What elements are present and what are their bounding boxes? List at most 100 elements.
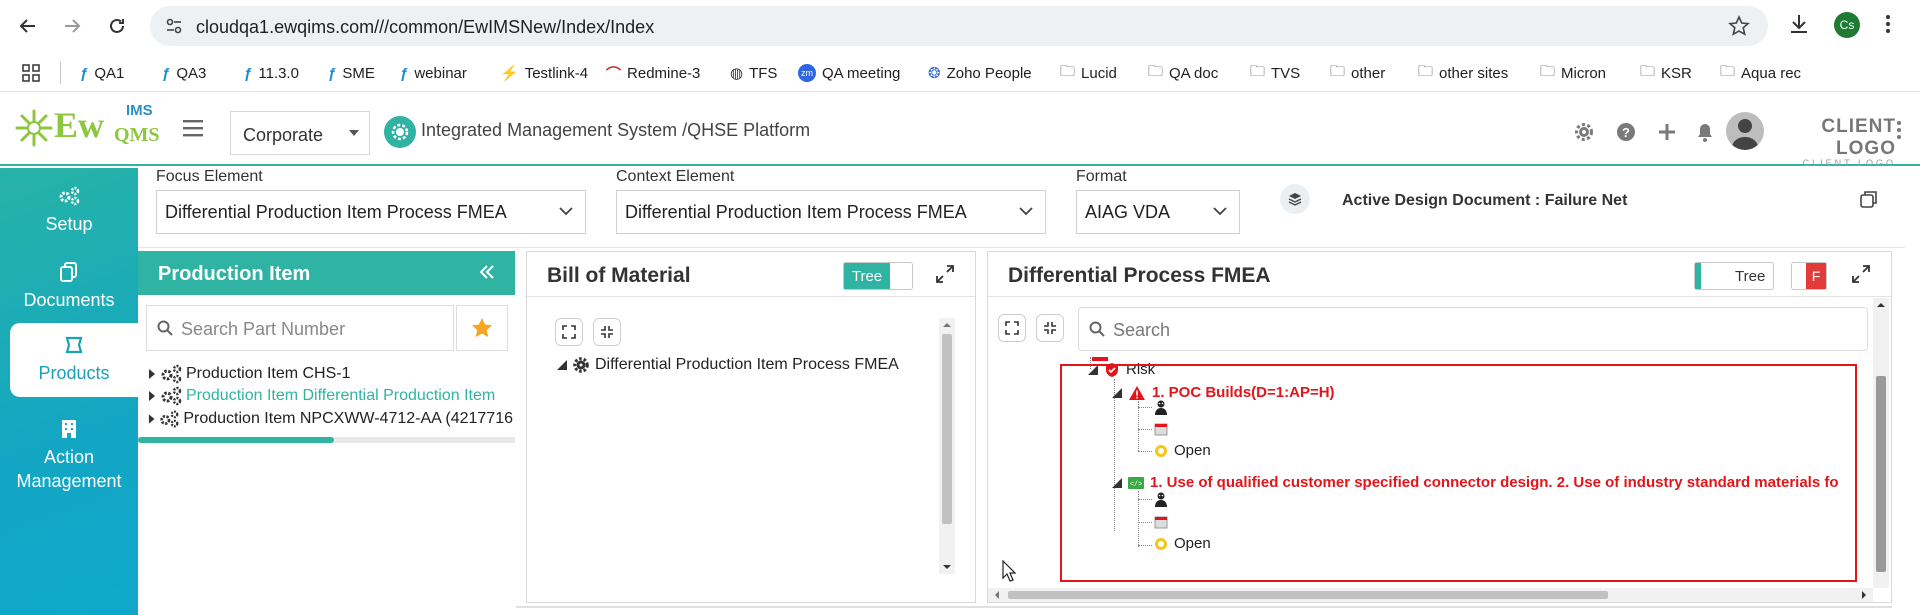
scroll-thumb[interactable] [1008, 591, 1608, 599]
bookmark-zoho-people[interactable]: ❂ Zoho People [928, 62, 1032, 84]
bookmark-tvs[interactable]: 🗀 TVS [1250, 62, 1300, 84]
scroll-up-icon[interactable] [939, 320, 955, 330]
bill-of-material-panel: Bill of Material Tree Differential Produ… [526, 251, 976, 603]
add-icon[interactable] [1657, 122, 1677, 142]
scroll-thumb[interactable] [1876, 376, 1886, 572]
fmea-vertical-scrollbar[interactable] [1873, 298, 1889, 588]
svg-text:?: ? [1622, 125, 1630, 140]
highlight-annotation [1060, 364, 1857, 582]
bookmark-aqua-rec[interactable]: 🗀 Aqua rec [1720, 62, 1801, 84]
expand-arrow-icon[interactable] [148, 369, 156, 379]
expand-arrow-icon[interactable] [148, 391, 156, 401]
scroll-thumb[interactable] [942, 334, 952, 524]
site-settings-icon[interactable] [164, 16, 184, 36]
download-icon[interactable] [1787, 12, 1811, 36]
collapse-arrow-icon[interactable] [557, 360, 567, 370]
active-design-document: Active Design Document : Failure Net [1342, 192, 1628, 209]
favorites-button[interactable] [456, 305, 508, 351]
bookmark-other-sites[interactable]: 🗀 other sites [1418, 62, 1508, 84]
notification-bell-icon[interactable] [1696, 122, 1714, 142]
expand-icon[interactable] [936, 265, 954, 283]
bookmark-tfs[interactable]: ◍ TFS [730, 62, 777, 84]
logo-sun-icon [15, 109, 53, 147]
production-item-row[interactable]: Production Item NPCXWW-4712-AA (4217716 [148, 408, 513, 430]
focus-element-select[interactable]: Differential Production Item Process FME… [156, 190, 586, 234]
bookmark-redmine[interactable]: ⌒ Redmine-3 [606, 62, 700, 84]
layers-button[interactable] [1280, 184, 1310, 214]
bookmark-qa-doc[interactable]: 🗀 QA doc [1148, 62, 1218, 84]
bookmark-star-icon[interactable] [1728, 15, 1750, 37]
folder-icon: 🗀 [1148, 62, 1164, 80]
bookmarks-bar: ƒ QA1 ƒ QA3 ƒ 11.3.0 ƒ SME ƒ webinar ⚡ Testlin… [0, 52, 1920, 92]
back-arrow-icon [19, 19, 35, 33]
bookmark-other[interactable]: 🗀 other [1330, 62, 1385, 84]
expand-all-button[interactable] [998, 314, 1026, 342]
bookmark-11-3-0[interactable]: ƒ 11.3.0 [244, 62, 299, 84]
platform-settings-icon[interactable] [384, 116, 416, 148]
forward-button[interactable] [58, 12, 86, 40]
items-horizontal-scrollbar[interactable] [138, 437, 515, 443]
profile-avatar[interactable]: Cs [1834, 12, 1860, 38]
fmea-f-toggle[interactable]: F [1791, 262, 1827, 290]
part-number-search-input[interactable]: Search Part Number [146, 305, 454, 351]
context-element-select[interactable]: Differential Production Item Process FME… [616, 190, 1046, 234]
reload-button[interactable] [103, 12, 131, 40]
bom-tree-node[interactable]: Differential Production Item Process FME… [557, 356, 899, 374]
bookmark-qa3[interactable]: ƒ QA3 [162, 62, 206, 84]
sidebar-item-products[interactable]: Products [10, 323, 138, 397]
format-select[interactable]: AIAG VDA [1076, 190, 1240, 234]
sidebar-item-setup[interactable]: Setup [0, 176, 138, 246]
help-icon[interactable]: ? [1616, 122, 1636, 142]
production-item-row-selected[interactable]: Production Item Differential Production … [148, 385, 513, 407]
collapse-left-icon[interactable] [479, 265, 495, 279]
header-menu-icon[interactable] [1896, 120, 1902, 140]
bookmark-ksr[interactable]: 🗀 KSR [1640, 62, 1692, 84]
scroll-up-icon[interactable] [1873, 300, 1889, 310]
sidebar: Setup Documents Products Action Manageme… [0, 168, 138, 615]
scroll-left-icon[interactable] [992, 588, 1002, 602]
apps-grid-icon[interactable] [22, 64, 40, 82]
sidebar-item-documents[interactable]: Documents [0, 252, 138, 322]
expand-all-icon [1005, 321, 1019, 335]
scroll-down-icon[interactable] [939, 562, 955, 572]
bookmark-testlink[interactable]: ⚡ Testlink-4 [500, 62, 588, 84]
restore-window-icon[interactable] [1860, 190, 1878, 208]
ewqims-logo[interactable]: Ew IMS QMS [14, 102, 162, 152]
bom-vertical-scrollbar[interactable] [939, 318, 955, 574]
production-item-row[interactable]: Production Item CHS-1 [148, 363, 513, 385]
bookmark-qa-meeting[interactable]: zm QA meeting [798, 62, 900, 84]
chevron-down-icon [1213, 207, 1227, 216]
globe-icon: ◍ [730, 65, 744, 82]
expand-arrow-icon[interactable] [148, 414, 155, 424]
bom-tree-toggle[interactable]: Tree [843, 262, 913, 290]
fmea-horizontal-scrollbar[interactable] [988, 588, 1873, 602]
browser-menu-icon[interactable] [1884, 12, 1892, 36]
folder-icon: 🗀 [1540, 62, 1556, 80]
back-button[interactable] [14, 12, 42, 40]
bookmark-micron[interactable]: 🗀 Micron [1540, 62, 1606, 84]
scroll-thumb[interactable] [138, 437, 335, 443]
ewqims-favicon-icon: ƒ [80, 64, 89, 82]
collapse-all-button[interactable] [1036, 314, 1064, 342]
collapse-all-icon [601, 326, 613, 338]
fmea-tree-toggle[interactable]: Tree [1694, 262, 1774, 290]
hamburger-menu-icon[interactable] [183, 119, 203, 137]
user-avatar[interactable] [1726, 112, 1764, 150]
organization-select[interactable]: Corporate [230, 111, 370, 155]
fmea-search-input[interactable]: Search [1078, 307, 1868, 351]
collapse-all-button[interactable] [593, 318, 621, 346]
expand-icon[interactable] [1852, 265, 1870, 283]
bookmark-qa1[interactable]: ƒ QA1 [80, 62, 124, 84]
settings-gear-icon[interactable] [1574, 122, 1594, 142]
gears-icon [59, 186, 80, 206]
expand-all-button[interactable] [555, 318, 583, 346]
testlink-favicon-icon: ⚡ [500, 65, 519, 82]
bookmark-lucid[interactable]: 🗀 Lucid [1060, 62, 1117, 84]
sidebar-item-action-management[interactable]: Action Management [0, 406, 138, 506]
address-bar[interactable]: cloudqa1.ewqims.com///common/EwIMSNew/In… [150, 6, 1768, 46]
building-icon [62, 419, 76, 438]
bookmark-sme[interactable]: ƒ SME [328, 62, 375, 84]
chevron-down-icon [559, 207, 573, 216]
scroll-right-icon[interactable] [1859, 588, 1869, 602]
bookmark-webinar[interactable]: ƒ webinar [400, 62, 467, 84]
